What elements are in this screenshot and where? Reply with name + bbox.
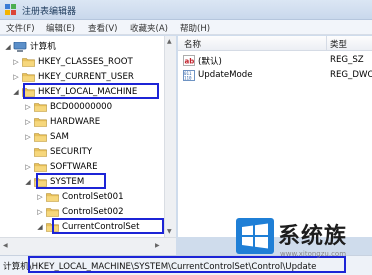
expand-arrow-icon[interactable]: ▷	[24, 130, 32, 144]
menu-view[interactable]: 查看(V)	[88, 22, 117, 34]
expand-arrow-icon[interactable]: ▷	[24, 115, 32, 129]
watermark-url: www.xitongzu.com	[280, 250, 347, 258]
tree-item-label: SYSTEM	[50, 177, 85, 187]
list-row[interactable]: 011 110 UpdateMode REG_DWO	[178, 69, 372, 83]
scroll-up-icon[interactable]: ▲	[167, 38, 172, 45]
tree-item-label: SECURITY	[50, 147, 93, 157]
expand-arrow-icon[interactable]: ▷	[12, 70, 20, 84]
expand-arrow-icon[interactable]: ▷	[36, 205, 44, 219]
menu-edit[interactable]: 编辑(E)	[46, 22, 75, 34]
tree-root-label: 计算机	[30, 42, 56, 52]
svg-text:ab: ab	[185, 58, 195, 66]
tree-item[interactable]: ◢ HKEY_LOCAL_MACHINE	[0, 85, 164, 99]
computer-icon	[13, 42, 27, 52]
tree-item[interactable]: ◢ SYSTEM	[0, 175, 164, 189]
registry-tree[interactable]: ◢ 计算机 ▷ HKEY_CLASSES_ROOT ▷ HKEY_CURRENT_US…	[0, 36, 176, 237]
scroll-left-icon[interactable]: ◀	[3, 242, 8, 249]
list-header: 名称 类型	[178, 36, 372, 51]
tree-item-label: SOFTWARE	[50, 162, 98, 172]
tree-item[interactable]: ▷ BCD00000000	[0, 100, 164, 114]
expand-arrow-icon[interactable]: ▷	[12, 55, 20, 69]
folder-icon	[46, 223, 59, 232]
tree-item[interactable]: ▷ SAM	[0, 130, 164, 144]
collapse-arrow-icon[interactable]: ◢	[24, 175, 32, 189]
menu-favorites[interactable]: 收藏夹(A)	[130, 22, 168, 34]
watermark-logo: 系统族 www.xitongzu.com	[236, 210, 372, 270]
tree-item-label: ControlSet001	[62, 192, 124, 202]
folder-icon	[22, 58, 35, 67]
tree-item-label: ControlSet002	[62, 207, 124, 217]
tree-item-label: BCD00000000	[50, 102, 113, 112]
tree-vertical-scrollbar[interactable]: ▲ ▼	[164, 36, 176, 237]
tree-item[interactable]: ▷ ControlSet001	[0, 190, 164, 204]
collapse-arrow-icon[interactable]: ◢	[12, 85, 20, 99]
tree-item[interactable]: ▷ HARDWARE	[0, 115, 164, 129]
folder-icon	[46, 208, 59, 217]
expand-arrow-icon[interactable]: ▷	[36, 190, 44, 204]
watermark-text: 系统族	[278, 224, 348, 249]
folder-icon	[46, 193, 59, 202]
tree-item-label: SAM	[50, 132, 69, 142]
value-type: REG_SZ	[330, 55, 364, 65]
tree-root[interactable]: ◢ 计算机	[0, 40, 160, 54]
tree-item-label: HARDWARE	[50, 117, 101, 127]
column-divider[interactable]	[326, 36, 327, 51]
tree-item-label: CurrentControlSet	[62, 222, 140, 232]
expand-arrow-icon[interactable]: ▷	[24, 160, 32, 174]
tree-item[interactable]: SECURITY	[0, 145, 164, 159]
expand-arrow-icon[interactable]: ◢	[4, 40, 12, 54]
value-name: (默认)	[198, 57, 222, 67]
no-expander	[24, 145, 32, 159]
windows-logo-icon	[236, 218, 274, 254]
folder-icon	[34, 178, 47, 187]
tree-item-label: HKEY_LOCAL_MACHINE	[38, 87, 138, 97]
tree-item[interactable]: ▷ SOFTWARE	[0, 160, 164, 174]
binary-value-icon: 011 110	[183, 70, 195, 81]
string-value-icon: ab	[183, 55, 195, 66]
expand-arrow-icon[interactable]: ▷	[24, 100, 32, 114]
folder-icon	[34, 133, 47, 142]
column-name-header[interactable]: 名称	[184, 38, 201, 50]
values-list[interactable]: 名称 类型 ab (默认) REG_SZ 011 110 UpdateMode …	[178, 36, 372, 237]
menu-help[interactable]: 帮助(H)	[180, 22, 210, 34]
tree-item[interactable]: ▷ ControlSet002	[0, 205, 164, 219]
registry-editor-icon	[5, 4, 16, 15]
menu-file[interactable]: 文件(F)	[6, 22, 35, 34]
title-bar: 注册表编辑器	[0, 0, 372, 20]
list-row[interactable]: ab (默认) REG_SZ	[178, 54, 372, 68]
tree-item[interactable]: ◢ CurrentControlSet	[0, 220, 164, 234]
tree-item-label: HKEY_CLASSES_ROOT	[38, 57, 133, 67]
tree-item[interactable]: ▷ HKEY_CLASSES_ROOT	[0, 55, 164, 69]
folder-icon	[34, 103, 47, 112]
tree-item-label: HKEY_CURRENT_USER	[38, 72, 134, 82]
tree-horizontal-scrollbar[interactable]: ◀ ▶	[0, 237, 176, 255]
scroll-down-icon[interactable]: ▼	[167, 228, 172, 235]
folder-icon	[22, 73, 35, 82]
folder-icon	[34, 163, 47, 172]
value-type: REG_DWO	[330, 70, 372, 80]
svg-text:110: 110	[184, 76, 192, 81]
folder-icon	[34, 118, 47, 127]
value-name: UpdateMode	[198, 70, 253, 80]
scroll-right-icon[interactable]: ▶	[155, 242, 160, 249]
menu-bar: 文件(F) 编辑(E) 查看(V) 收藏夹(A) 帮助(H)	[0, 20, 372, 35]
window-title: 注册表编辑器	[22, 7, 77, 17]
folder-icon	[22, 88, 35, 97]
folder-icon	[34, 148, 47, 157]
collapse-arrow-icon[interactable]: ◢	[36, 220, 44, 234]
tree-item[interactable]: ▷ HKEY_CURRENT_USER	[0, 70, 164, 84]
column-type-header[interactable]: 类型	[330, 38, 347, 50]
